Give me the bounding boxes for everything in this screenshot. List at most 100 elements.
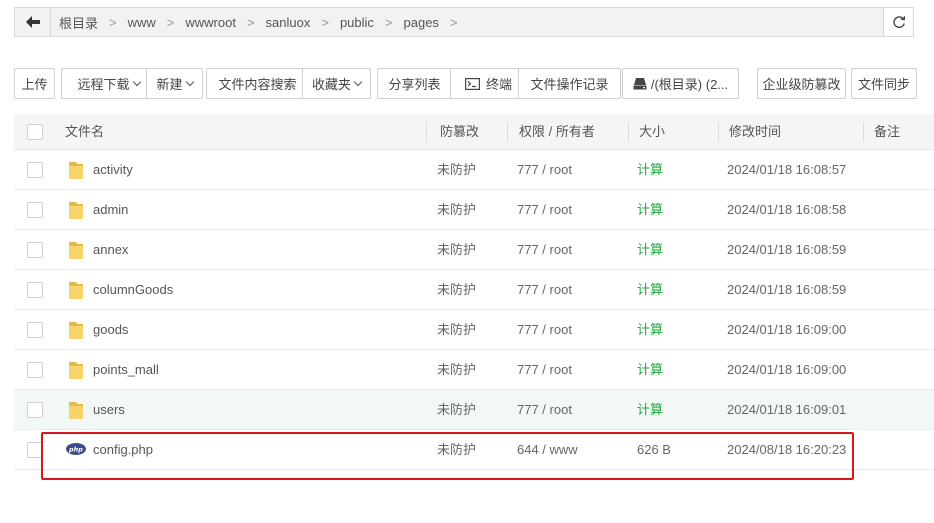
breadcrumb-www[interactable]: www	[126, 15, 158, 30]
calc-size-link[interactable]: 计算	[637, 150, 663, 190]
table-row[interactable]: admin 未防护 777 / root 计算 2024/01/18 16:08:58	[14, 190, 934, 230]
protect-status[interactable]: 未防护	[437, 430, 476, 470]
new-button[interactable]: 新建	[146, 68, 203, 99]
column-divider	[426, 122, 427, 142]
file-name[interactable]: config.php	[93, 430, 153, 470]
share-list-button[interactable]: 分享列表	[377, 68, 452, 99]
header-protect[interactable]: 防篡改	[440, 114, 479, 150]
breadcrumb-separator: >	[246, 14, 255, 30]
column-divider	[628, 122, 629, 142]
protect-status[interactable]: 未防护	[437, 270, 476, 310]
table-row[interactable]: goods 未防护 777 / root 计算 2024/01/18 16:09:00	[14, 310, 934, 350]
row-checkbox[interactable]	[27, 362, 43, 378]
table-row[interactable]: php config.php 未防护 644 / www 626 B 2024/08/18…	[14, 430, 934, 470]
tamper-proof-button[interactable]: 企业级防篡改	[757, 68, 846, 99]
modified-time: 2024/08/18 16:20:23	[727, 442, 847, 457]
disk-label: /(根目录) (2...	[650, 77, 729, 92]
protect-status[interactable]: 未防护	[437, 230, 476, 270]
remote-download-label: 远程下载	[77, 77, 130, 92]
row-checkbox[interactable]	[27, 282, 43, 298]
breadcrumb-wwwroot[interactable]: wwwroot	[183, 15, 238, 30]
breadcrumb-separator: >	[321, 14, 329, 30]
row-checkbox[interactable]	[27, 202, 43, 218]
breadcrumb-public[interactable]: public	[338, 15, 376, 30]
permission-owner[interactable]: 777 / root	[517, 270, 572, 310]
permission-owner[interactable]: 777 / root	[517, 310, 572, 350]
path-bar: 根目录 > www > wwwroot > sanluox > public >…	[14, 7, 914, 37]
row-checkbox[interactable]	[27, 322, 43, 338]
calc-size-link[interactable]: 计算	[637, 270, 663, 310]
permission-owner[interactable]: 777 / root	[517, 190, 572, 230]
breadcrumb-pages[interactable]: pages	[402, 15, 441, 30]
table-row[interactable]: columnGoods 未防护 777 / root 计算 2024/01/18 16:…	[14, 270, 934, 310]
file-name[interactable]: users	[93, 390, 125, 430]
calc-size-link[interactable]: 计算	[637, 190, 663, 230]
table-row[interactable]: activity 未防护 777 / root 计算 2024/01/18 16:08:…	[14, 150, 934, 190]
header-note: 备注	[874, 124, 901, 139]
favorites-label: 收藏夹	[311, 77, 351, 92]
row-checkbox[interactable]	[27, 242, 43, 258]
file-name[interactable]: columnGoods	[93, 270, 173, 310]
file-sync-label: 文件同步	[857, 77, 910, 92]
row-checkbox[interactable]	[27, 442, 43, 458]
modified-time: 2024/01/18 16:08:59	[727, 282, 847, 297]
calc-size-link[interactable]: 计算	[637, 350, 663, 390]
permission-owner[interactable]: 777 / root	[517, 390, 572, 430]
protect-status[interactable]: 未防护	[437, 350, 476, 390]
modified-time: 2024/01/18 16:08:59	[727, 242, 847, 257]
protect-status[interactable]: 未防护	[437, 190, 476, 230]
modified-time: 2024/01/18 16:09:00	[727, 362, 847, 377]
breadcrumb: 根目录 > www > wwwroot > sanluox > public >…	[51, 8, 883, 36]
disk-button[interactable]: /(根目录) (2...	[622, 68, 739, 99]
permission-owner[interactable]: 777 / root	[517, 150, 572, 190]
protect-status[interactable]: 未防护	[437, 390, 476, 430]
file-name[interactable]: goods	[93, 310, 128, 350]
refresh-icon	[892, 16, 905, 28]
calc-size-link[interactable]: 计算	[637, 310, 663, 350]
breadcrumb-sanluox[interactable]: sanluox	[264, 15, 313, 30]
upload-button[interactable]: 上传	[14, 68, 55, 99]
row-checkbox[interactable]	[27, 402, 43, 418]
column-divider	[863, 122, 864, 142]
protect-status[interactable]: 未防护	[437, 310, 476, 350]
file-name[interactable]: admin	[93, 190, 128, 230]
permission-owner[interactable]: 777 / root	[517, 350, 572, 390]
remote-download-button[interactable]: 远程下载	[61, 68, 156, 99]
favorites-button[interactable]: 收藏夹	[302, 68, 371, 99]
header-permission[interactable]: 权限 / 所有者	[519, 114, 595, 150]
upload-label: 上传	[21, 77, 48, 92]
file-op-log-button[interactable]: 文件操作记录	[518, 68, 621, 99]
modified-time: 2024/01/18 16:08:58	[727, 202, 847, 217]
table-row[interactable]: points_mall 未防护 777 / root 计算 2024/01/18 16:…	[14, 350, 934, 390]
protect-status[interactable]: 未防护	[437, 150, 476, 190]
folder-icon	[69, 322, 83, 339]
file-sync-button[interactable]: 文件同步	[851, 68, 917, 99]
refresh-button[interactable]	[883, 8, 913, 36]
file-op-log-label: 文件操作记录	[530, 77, 609, 92]
select-all-checkbox[interactable]	[27, 124, 43, 140]
file-name[interactable]: points_mall	[93, 350, 159, 390]
permission-owner[interactable]: 777 / root	[517, 230, 572, 270]
file-name[interactable]: annex	[93, 230, 128, 270]
calc-size-link[interactable]: 计算	[637, 230, 663, 270]
content-search-button[interactable]: 文件内容搜索	[206, 68, 309, 99]
file-name[interactable]: activity	[93, 150, 133, 190]
header-mtime[interactable]: 修改时间	[729, 114, 781, 150]
table-row[interactable]: users 未防护 777 / root 计算 2024/01/18 16:09:01	[14, 390, 934, 430]
row-checkbox[interactable]	[27, 162, 43, 178]
terminal-button[interactable]: 终端	[450, 68, 527, 99]
permission-owner[interactable]: 644 / www	[517, 430, 578, 470]
breadcrumb-root[interactable]: 根目录	[57, 13, 100, 32]
terminal-icon	[464, 77, 480, 90]
content-search-label: 文件内容搜索	[218, 77, 297, 92]
folder-icon	[69, 362, 83, 379]
php-file-icon: php	[66, 443, 86, 455]
table-row[interactable]: annex 未防护 777 / root 计算 2024/01/18 16:08:59	[14, 230, 934, 270]
breadcrumb-separator: >	[449, 14, 458, 30]
header-filename[interactable]: 文件名	[65, 114, 104, 150]
header-size[interactable]: 大小	[639, 114, 665, 150]
back-button[interactable]	[15, 8, 51, 36]
column-divider	[718, 122, 719, 142]
calc-size-link[interactable]: 计算	[637, 390, 663, 430]
new-label: 新建	[156, 77, 183, 92]
